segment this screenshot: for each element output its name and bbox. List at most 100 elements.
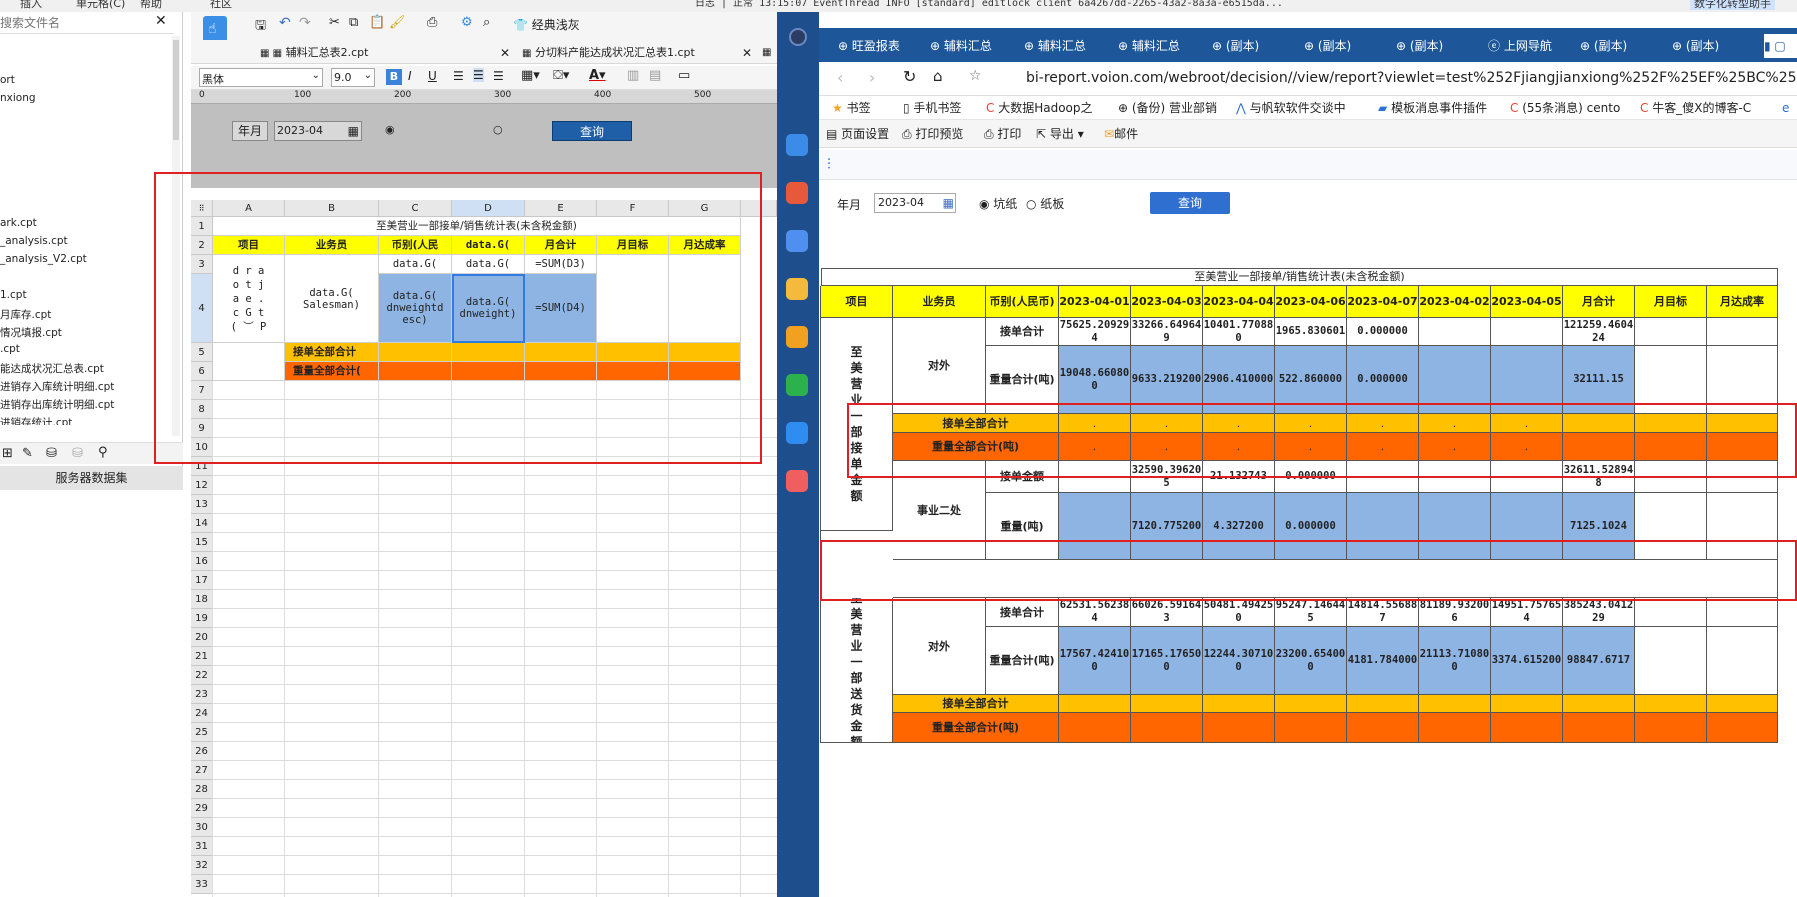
file-item[interactable]: 月库存.cpt: [0, 307, 51, 322]
browser-tab[interactable]: ⊕ (副本): [1304, 34, 1394, 58]
param-month-input[interactable]: 2023-04 ▦: [274, 121, 362, 141]
query-button[interactable]: 查询: [552, 121, 632, 141]
star-icon[interactable]: ☆: [969, 68, 982, 84]
export-button[interactable]: ⇱ 导出 ▾: [1036, 124, 1084, 144]
close-icon[interactable]: ✕: [500, 43, 510, 63]
designer-salesman-cell[interactable]: data.G( Salesman): [285, 255, 379, 343]
browser-tab[interactable]: ⊕ 辅料汇总: [930, 34, 1020, 58]
param-month-input[interactable]: 2023-04 ▦: [874, 193, 956, 213]
designer-total-label[interactable]: 重量全部合计(: [285, 362, 379, 381]
designer-title-cell[interactable]: 至美营业一部接单/销售统计表(未含税金额): [213, 217, 741, 236]
scrollbar-thumb[interactable]: [173, 40, 179, 140]
bookmark-item[interactable]: ▯ 手机书签: [903, 98, 961, 118]
browser-tab[interactable]: ⊕ 旺盈报表: [838, 34, 928, 58]
radio-pit-paper[interactable]: ◉ 坑纸: [979, 195, 1017, 212]
designer-header-cell[interactable]: 月合计: [525, 236, 597, 255]
active-tab[interactable]: ▮ ▢: [1764, 34, 1797, 58]
row-header[interactable]: 26: [191, 742, 213, 761]
file-search-box[interactable]: ✕: [0, 12, 174, 34]
designer-total-cell[interactable]: [597, 362, 669, 381]
undo-icon[interactable]: ↶: [279, 15, 291, 31]
column-header[interactable]: [741, 200, 777, 217]
designer-item-cell[interactable]: d r a o t j a e . c G t ( ︶ P: [213, 255, 285, 343]
row-header[interactable]: 23: [191, 685, 213, 704]
row-header[interactable]: 7: [191, 381, 213, 400]
row-header[interactable]: 13: [191, 495, 213, 514]
file-item[interactable]: 进销存统计.cpt: [0, 415, 72, 425]
print-preview-button[interactable]: ⎙ 打印预览: [902, 124, 963, 144]
save-icon[interactable]: 🖫: [255, 16, 266, 38]
weather-icon[interactable]: [786, 230, 808, 252]
row-header[interactable]: 30: [191, 818, 213, 837]
row-header[interactable]: 5: [191, 343, 213, 362]
designer-header-cell[interactable]: 业务员: [285, 236, 379, 255]
row-header[interactable]: 25: [191, 723, 213, 742]
email-button[interactable]: ✉邮件: [1104, 124, 1138, 144]
row-header[interactable]: 19: [191, 609, 213, 628]
row-header[interactable]: 29: [191, 799, 213, 818]
database-icon[interactable]: ⛁: [46, 446, 57, 461]
reload-icon[interactable]: ↻: [903, 67, 916, 86]
forward-icon[interactable]: ›: [869, 68, 875, 87]
split-cells-icon[interactable]: ▤: [649, 68, 661, 83]
row-header[interactable]: 31: [191, 837, 213, 856]
bookmark-item[interactable]: C 牛客_傻X的博客-C: [1640, 98, 1778, 118]
column-header[interactable]: G: [669, 200, 741, 217]
row-header[interactable]: 33: [191, 875, 213, 894]
column-header[interactable]: A: [213, 200, 285, 217]
file-item[interactable]: _analysis.cpt: [0, 235, 68, 247]
file-item[interactable]: ark.cpt: [0, 217, 37, 229]
menu-help[interactable]: 帮助: [140, 0, 162, 10]
row-header[interactable]: 28: [191, 780, 213, 799]
row-header[interactable]: 8: [191, 400, 213, 419]
font-select[interactable]: 黑体 ⌄: [199, 68, 323, 87]
copy-icon[interactable]: ⧉: [349, 15, 358, 30]
row-header[interactable]: 24: [191, 704, 213, 723]
designer-header-cell[interactable]: 币别(人民: [379, 236, 452, 255]
menu-insert[interactable]: 插入: [20, 0, 42, 10]
designer-total-cell[interactable]: [452, 343, 525, 362]
file-item[interactable]: nxiong: [0, 92, 36, 104]
tab-template-2[interactable]: ▦ 分切料产能达成状况汇总表1.cpt: [522, 43, 752, 63]
row-header[interactable]: 4: [191, 274, 213, 343]
menu-cell[interactable]: 单元格(C): [76, 0, 125, 10]
row-header[interactable]: 14: [191, 514, 213, 533]
fill-color-icon[interactable]: ⛋▾: [553, 68, 569, 83]
paste-icon[interactable]: 📋: [369, 15, 385, 30]
bookmark-item[interactable]: ⊕ (备份) 营业部销: [1118, 98, 1217, 118]
row-header[interactable]: 9: [191, 419, 213, 438]
pdf-icon[interactable]: [786, 182, 808, 204]
row-header[interactable]: 12: [191, 476, 213, 495]
browser-tab[interactable]: ⊕ (副本): [1212, 34, 1302, 58]
row-header[interactable]: 11: [191, 457, 213, 476]
browser-tab[interactable]: ⊕ 辅料汇总: [1118, 34, 1208, 58]
query-button[interactable]: 查询: [1150, 192, 1230, 214]
align-center-icon[interactable]: ☰: [473, 68, 484, 82]
column-header[interactable]: E: [525, 200, 597, 217]
align-right-icon[interactable]: ☰: [493, 69, 504, 83]
search-icon[interactable]: ⚲: [98, 445, 108, 460]
file-item[interactable]: _analysis_V2.cpt: [0, 253, 87, 265]
insert-icon[interactable]: ▭: [678, 68, 690, 83]
column-header[interactable]: D: [452, 200, 525, 217]
designer-total-cell[interactable]: [525, 362, 597, 381]
favorites-icon[interactable]: [786, 278, 808, 300]
row-header[interactable]: 32: [191, 856, 213, 875]
home-icon[interactable]: ⌂: [933, 67, 943, 85]
row-header[interactable]: 10: [191, 438, 213, 457]
designer-total-cell[interactable]: [379, 343, 452, 362]
designer-formula-cell[interactable]: =SUM(D4): [525, 274, 597, 343]
align-left-icon[interactable]: ☰: [453, 69, 464, 83]
row-header[interactable]: 15: [191, 533, 213, 552]
cut-icon[interactable]: ✂: [329, 15, 340, 30]
tab-template-1[interactable]: ▦ ▦ 辅料汇总表2.cpt: [260, 43, 500, 63]
bookmark-item[interactable]: ★ 书签: [832, 98, 871, 118]
designer-total-cell[interactable]: [452, 362, 525, 381]
row-header[interactable]: 21: [191, 647, 213, 666]
theme-switch[interactable]: 👕 经典浅灰: [513, 16, 580, 33]
border-icon[interactable]: ▦▾: [521, 68, 540, 83]
radio-2[interactable]: ○: [493, 123, 503, 136]
radio-1[interactable]: ◉: [385, 123, 395, 136]
wechat-icon[interactable]: [786, 374, 808, 396]
file-item[interactable]: 1.cpt: [0, 289, 27, 301]
